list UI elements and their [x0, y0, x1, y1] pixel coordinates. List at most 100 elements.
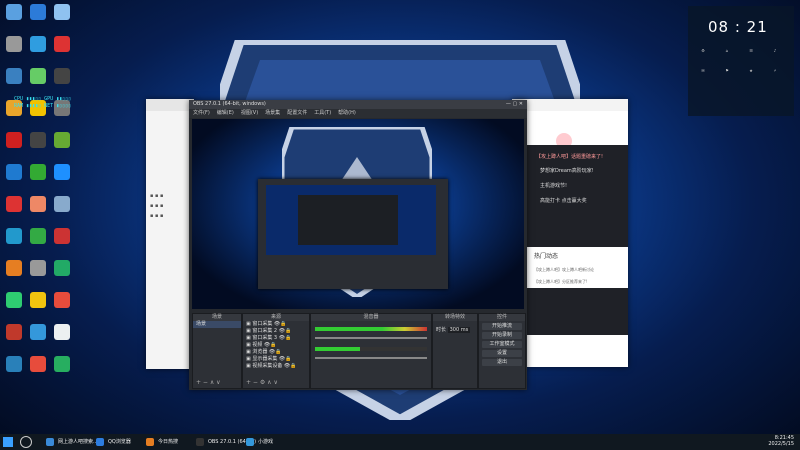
- desktop-icon[interactable]: [49, 356, 75, 372]
- visibility-icon[interactable]: 👁🔒: [277, 328, 292, 334]
- source-item[interactable]: ▣ 窗口采集 👁🔒: [243, 321, 309, 328]
- desktop-icon[interactable]: [25, 228, 51, 244]
- desktop-icon[interactable]: [25, 68, 51, 84]
- control-button[interactable]: 工作室模式: [482, 341, 522, 348]
- control-button[interactable]: 开始录制: [482, 332, 522, 339]
- browser-titlebar[interactable]: [146, 99, 194, 111]
- desktop-icon[interactable]: [1, 196, 27, 212]
- browser-sidebar-item[interactable]: ▪ ▪ ▪: [146, 211, 194, 221]
- desktop-icon[interactable]: [1, 4, 27, 20]
- desktop-icon[interactable]: [1, 68, 27, 84]
- desktop-icon[interactable]: [49, 36, 75, 52]
- social-window[interactable]: 【攻上蹲人吧】话题重磅来了! 梦想家Dream高阶玩家! 主机游戏节! 高能打卡 点…: [512, 99, 628, 367]
- source-buttons[interactable]: + − ⚙ ∧ ∨: [246, 379, 278, 386]
- volume-slider[interactable]: [315, 337, 427, 339]
- desktop-icon[interactable]: [49, 324, 75, 340]
- visibility-icon[interactable]: 👁🔒: [267, 349, 282, 355]
- desktop-icon[interactable]: [25, 4, 51, 20]
- visibility-icon[interactable]: 👁🔒: [272, 321, 287, 327]
- desktop-icon[interactable]: [25, 36, 51, 52]
- desktop-icon[interactable]: [25, 356, 51, 372]
- desktop-icon[interactable]: [1, 324, 27, 340]
- audio-meter: [315, 327, 427, 331]
- source-item[interactable]: ▣ 显示器采集 👁🔒: [243, 356, 309, 363]
- feed-item[interactable]: 梦想家Dream高阶玩家!: [526, 162, 628, 177]
- desktop-icon[interactable]: [49, 164, 75, 180]
- app-icon: [6, 132, 22, 148]
- widget-tile[interactable]: ⚑: [716, 68, 738, 82]
- source-item[interactable]: ▣ 视频 👁🔒: [243, 342, 309, 349]
- menu-item[interactable]: 工具(T): [314, 110, 331, 116]
- desktop-icon[interactable]: [1, 356, 27, 372]
- obs-preview[interactable]: [192, 119, 524, 309]
- menu-item[interactable]: 帮助(H): [338, 110, 356, 116]
- menu-item[interactable]: 场景集: [265, 110, 280, 116]
- desktop-icon[interactable]: [1, 132, 27, 148]
- scene-item[interactable]: 场景: [193, 321, 241, 328]
- volume-slider[interactable]: [315, 357, 427, 359]
- desktop-icon[interactable]: [49, 260, 75, 276]
- duration-input[interactable]: 300 ms: [447, 327, 471, 333]
- desktop-icon[interactable]: [25, 292, 51, 308]
- desktop-icon[interactable]: [49, 292, 75, 308]
- app-icon: [54, 132, 70, 148]
- desktop-icon[interactable]: [1, 228, 27, 244]
- source-item[interactable]: ▣ 窗口采集 2 👁🔒: [243, 328, 309, 335]
- desktop-icon[interactable]: [25, 260, 51, 276]
- widget-tile[interactable]: ✉: [692, 68, 714, 82]
- desktop-icon[interactable]: [1, 36, 27, 52]
- social-titlebar[interactable]: [512, 99, 628, 111]
- menu-item[interactable]: 视图(V): [241, 110, 258, 116]
- browser-sidebar-item[interactable]: ▪ ▪ ▪: [146, 201, 194, 211]
- browser-window-left[interactable]: ▪ ▪ ▪ ▪ ▪ ▪ ▪ ▪ ▪: [146, 99, 194, 369]
- widget-tile[interactable]: ⚡: [764, 68, 786, 82]
- taskbar-item[interactable]: 小游戏: [244, 436, 304, 448]
- scene-buttons[interactable]: + − ∧ ∨: [196, 379, 221, 386]
- obs-titlebar[interactable]: OBS 27.0.1 (64-bit, windows) — ▢ ✕: [189, 100, 527, 109]
- feed-item[interactable]: 主机游戏节!: [526, 177, 628, 192]
- widget-tile[interactable]: ⚙: [692, 48, 714, 62]
- tray-date[interactable]: 2022/5/15: [768, 441, 794, 447]
- control-button[interactable]: 设置: [482, 350, 522, 357]
- visibility-icon[interactable]: 👁🔒: [277, 356, 292, 362]
- desktop-icon[interactable]: [49, 132, 75, 148]
- widget-tile[interactable]: ⌂: [716, 48, 738, 62]
- desktop-icon[interactable]: [25, 164, 51, 180]
- desktop-icon[interactable]: [49, 228, 75, 244]
- visibility-icon[interactable]: 👁🔒: [262, 342, 277, 348]
- browser-sidebar-item[interactable]: ▪ ▪ ▪: [146, 191, 194, 201]
- desktop-icon[interactable]: [25, 132, 51, 148]
- desktop-icon[interactable]: [25, 324, 51, 340]
- desktop-icon[interactable]: [1, 164, 27, 180]
- control-button[interactable]: 开始推流: [482, 323, 522, 330]
- desktop-icon[interactable]: [1, 260, 27, 276]
- start-icon[interactable]: [3, 437, 13, 447]
- system-monitor-overlay: CPU ▮▮▮▯▯ GPU ▮▮▯▯▯ RAM ▮▮▮▮▯ NET ▮▯▯▯▯: [14, 96, 124, 110]
- desktop-icon[interactable]: [49, 196, 75, 212]
- feed-item[interactable]: 高能打卡 点击赢大奖: [526, 192, 628, 207]
- widget-tile[interactable]: ★: [740, 68, 762, 82]
- source-item[interactable]: ▣ 窗口采集 3 👁🔒: [243, 335, 309, 342]
- desktop-icon[interactable]: [25, 196, 51, 212]
- search-icon[interactable]: [20, 436, 32, 448]
- feed-banner[interactable]: 【攻上蹲人吧】话题重磅来了!: [526, 145, 628, 162]
- desktop-icon[interactable]: [1, 292, 27, 308]
- widget-tile[interactable]: ☰: [740, 48, 762, 62]
- feed-line[interactable]: 【攻上蹲人吧】攻上蹲人吧新讨论: [526, 264, 628, 276]
- source-item[interactable]: ▣ 浏览器 👁🔒: [243, 349, 309, 356]
- widget-tile[interactable]: ♪: [764, 48, 786, 62]
- visibility-icon[interactable]: 👁🔒: [277, 335, 292, 341]
- feed-line[interactable]: 【攻上蹲人吧】分区推荐来了!: [526, 276, 628, 288]
- window-controls[interactable]: — ▢ ✕: [506, 100, 523, 109]
- control-button[interactable]: 退出: [482, 359, 522, 366]
- menu-item[interactable]: 配置文件: [287, 110, 307, 116]
- obs-window[interactable]: OBS 27.0.1 (64-bit, windows) — ▢ ✕ 文件(F)…: [189, 100, 527, 390]
- visibility-icon[interactable]: 👁🔒: [282, 363, 297, 369]
- desktop-icon[interactable]: [49, 4, 75, 20]
- sources-header: 来源: [243, 314, 309, 321]
- menu-item[interactable]: 编辑(E): [217, 110, 234, 116]
- source-item[interactable]: ▣ 视频采集设备 👁🔒: [243, 363, 309, 370]
- menu-item[interactable]: 文件(F): [193, 110, 210, 116]
- desktop-icon[interactable]: [49, 68, 75, 84]
- duration-label: 时长: [436, 327, 447, 333]
